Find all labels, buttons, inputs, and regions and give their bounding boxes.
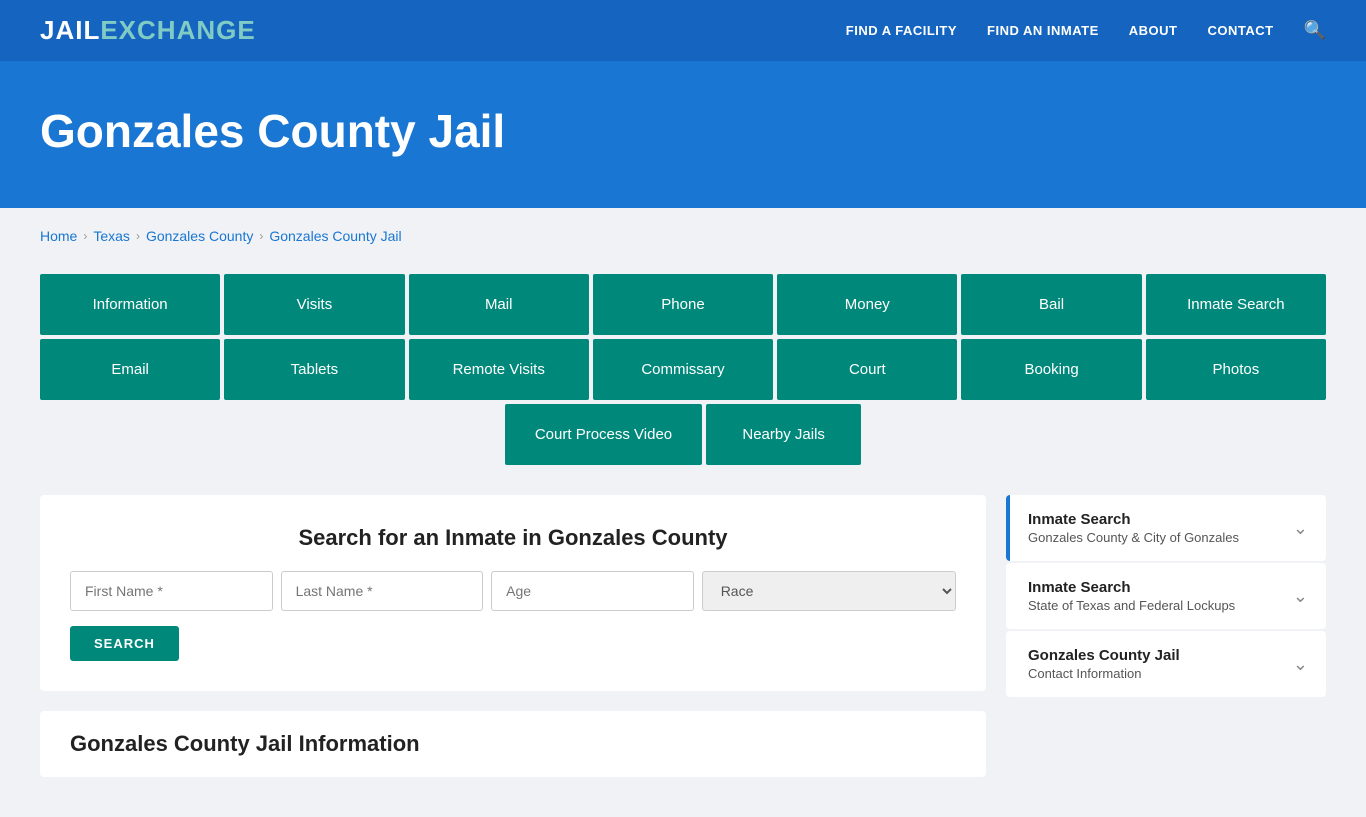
navbar: JAILEXCHANGE FIND A FACILITY FIND AN INM…	[0, 0, 1366, 64]
btn-nearby-jails[interactable]: Nearby Jails	[706, 404, 861, 465]
search-section: Search for an Inmate in Gonzales County …	[40, 495, 986, 691]
sidebar-card-title-2: Gonzales County Jail	[1028, 647, 1180, 664]
btn-phone[interactable]: Phone	[593, 274, 773, 335]
breadcrumb-texas[interactable]: Texas	[93, 228, 130, 244]
btn-visits[interactable]: Visits	[224, 274, 404, 335]
button-grid-row1: Information Visits Mail Phone Money Bail…	[40, 274, 1326, 335]
sidebar-card-inner-1[interactable]: Inmate Search State of Texas and Federal…	[1010, 563, 1326, 629]
sidebar-card-text-0: Inmate Search Gonzales County & City of …	[1028, 511, 1239, 545]
btn-information[interactable]: Information	[40, 274, 220, 335]
search-icon[interactable]: 🔍	[1304, 20, 1326, 41]
breadcrumb-sep-3: ›	[259, 229, 263, 243]
sidebar-card-subtitle-1: State of Texas and Federal Lockups	[1028, 598, 1235, 613]
btn-booking[interactable]: Booking	[961, 339, 1141, 400]
breadcrumb-home[interactable]: Home	[40, 228, 77, 244]
sidebar-card-1[interactable]: Inmate Search State of Texas and Federal…	[1006, 563, 1326, 629]
breadcrumb-sep-1: ›	[83, 229, 87, 243]
nav-about[interactable]: ABOUT	[1129, 23, 1178, 38]
nav-contact[interactable]: CONTACT	[1207, 23, 1273, 38]
btn-inmate-search[interactable]: Inmate Search	[1146, 274, 1326, 335]
sidebar-card-0[interactable]: Inmate Search Gonzales County & City of …	[1006, 495, 1326, 561]
race-select[interactable]: Race White Black Hispanic Asian Other	[702, 571, 956, 611]
button-grid-row3: Court Process Video Nearby Jails	[40, 404, 1326, 465]
brand-logo[interactable]: JAILEXCHANGE	[40, 15, 256, 46]
btn-commissary[interactable]: Commissary	[593, 339, 773, 400]
sidebar-card-text-1: Inmate Search State of Texas and Federal…	[1028, 579, 1235, 613]
sidebar-card-inner-0[interactable]: Inmate Search Gonzales County & City of …	[1010, 495, 1326, 561]
main-content: Home › Texas › Gonzales County › Gonzale…	[0, 208, 1366, 817]
btn-photos[interactable]: Photos	[1146, 339, 1326, 400]
breadcrumb-current: Gonzales County Jail	[269, 228, 401, 244]
btn-court[interactable]: Court	[777, 339, 957, 400]
left-column: Search for an Inmate in Gonzales County …	[40, 495, 986, 777]
btn-tablets[interactable]: Tablets	[224, 339, 404, 400]
sidebar: Inmate Search Gonzales County & City of …	[1006, 495, 1326, 699]
btn-remote-visits[interactable]: Remote Visits	[409, 339, 589, 400]
navbar-links: FIND A FACILITY FIND AN INMATE ABOUT CON…	[846, 20, 1326, 41]
age-input[interactable]	[491, 571, 694, 611]
breadcrumb-sep-2: ›	[136, 229, 140, 243]
chevron-down-icon-1: ⌄	[1293, 586, 1308, 607]
chevron-down-icon-2: ⌄	[1293, 654, 1308, 675]
search-fields: Race White Black Hispanic Asian Other	[70, 571, 956, 611]
chevron-down-icon-0: ⌄	[1293, 518, 1308, 539]
sidebar-card-subtitle-0: Gonzales County & City of Gonzales	[1028, 530, 1239, 545]
btn-bail[interactable]: Bail	[961, 274, 1141, 335]
sidebar-card-title-1: Inmate Search	[1028, 579, 1235, 596]
jail-info-title: Gonzales County Jail Information	[70, 731, 956, 757]
search-button[interactable]: SEARCH	[70, 626, 179, 661]
btn-money[interactable]: Money	[777, 274, 957, 335]
brand-jail: JAIL	[40, 15, 100, 46]
btn-email[interactable]: Email	[40, 339, 220, 400]
page-title: Gonzales County Jail	[40, 104, 1326, 158]
sidebar-card-subtitle-2: Contact Information	[1028, 666, 1180, 681]
jail-info-section: Gonzales County Jail Information	[40, 711, 986, 777]
brand-exchange: EXCHANGE	[100, 15, 255, 46]
sidebar-card-inner-2[interactable]: Gonzales County Jail Contact Information…	[1010, 631, 1326, 697]
btn-court-process-video[interactable]: Court Process Video	[505, 404, 702, 465]
sidebar-card-title-0: Inmate Search	[1028, 511, 1239, 528]
nav-find-inmate[interactable]: FIND AN INMATE	[987, 23, 1099, 38]
nav-find-facility[interactable]: FIND A FACILITY	[846, 23, 957, 38]
sidebar-card-text-2: Gonzales County Jail Contact Information	[1028, 647, 1180, 681]
sidebar-card-2[interactable]: Gonzales County Jail Contact Information…	[1006, 631, 1326, 697]
two-col-layout: Search for an Inmate in Gonzales County …	[40, 495, 1326, 777]
hero-section: Gonzales County Jail	[0, 64, 1366, 208]
last-name-input[interactable]	[281, 571, 484, 611]
button-grid-row2: Email Tablets Remote Visits Commissary C…	[40, 339, 1326, 400]
btn-mail[interactable]: Mail	[409, 274, 589, 335]
breadcrumb-county[interactable]: Gonzales County	[146, 228, 253, 244]
search-title: Search for an Inmate in Gonzales County	[70, 525, 956, 551]
breadcrumb: Home › Texas › Gonzales County › Gonzale…	[40, 228, 1326, 244]
first-name-input[interactable]	[70, 571, 273, 611]
